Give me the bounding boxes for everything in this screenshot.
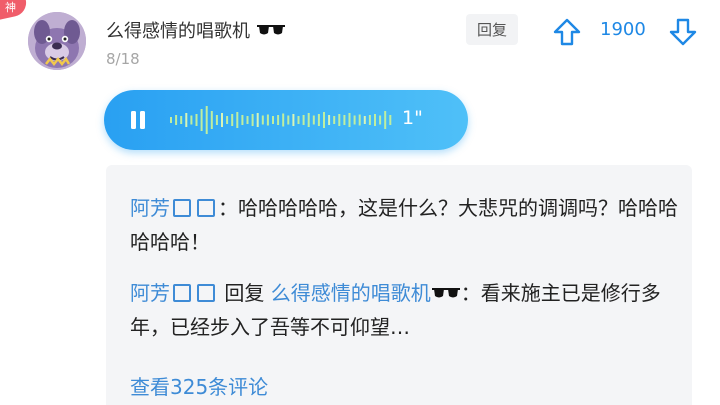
reply-item[interactable]: 阿芳 回复 么得感情的唱歌机 ：看来施主已是修行多年，已经步入了吾等不可仰望…	[130, 276, 678, 344]
reply-author[interactable]: 阿芳	[130, 196, 170, 220]
comment-username-text: 么得感情的唱歌机	[106, 21, 250, 42]
emoji-placeholder-icon	[197, 199, 215, 217]
voice-waveform	[170, 106, 392, 134]
hot-comment-badge-label: 神	[4, 1, 16, 15]
replies-panel: 阿芳 ：哈哈哈哈哈，这是什么？大悲咒的调调吗？哈哈哈哈哈哈！ 阿芳 回复 么得感情…	[106, 165, 692, 405]
hot-comment-badge: 神	[0, 0, 29, 22]
reply-author[interactable]: 阿芳	[130, 281, 170, 305]
comment-username[interactable]: 么得感情的唱歌机	[106, 17, 286, 43]
reply-button[interactable]: 回复	[466, 14, 518, 45]
emoji-placeholder-icon	[197, 284, 215, 302]
sunglasses-emoji-icon	[256, 25, 285, 35]
emoji-placeholder-icon	[173, 284, 191, 302]
emoji-placeholder-icon	[173, 199, 191, 217]
voice-duration: 1"	[402, 107, 423, 129]
avatar[interactable]	[28, 12, 86, 70]
reply-separator: ：	[460, 281, 481, 305]
view-more-comments-link[interactable]: 查看325条评论	[130, 371, 268, 400]
reply-separator: ：	[218, 196, 238, 220]
sunglasses-emoji-icon	[431, 288, 460, 298]
arrow-down-icon[interactable]	[668, 17, 698, 47]
reply-keyword: 回复	[224, 281, 265, 305]
pause-icon[interactable]	[130, 111, 146, 129]
reply-item[interactable]: 阿芳 ：哈哈哈哈哈，这是什么？大悲咒的调调吗？哈哈哈哈哈哈！	[130, 191, 678, 259]
vote-count: 1900	[600, 19, 646, 40]
comment-date: 8/18	[106, 50, 140, 68]
voice-message-player[interactable]: 1"	[104, 90, 468, 150]
arrow-up-icon[interactable]	[552, 17, 582, 47]
reply-target-user[interactable]: 么得感情的唱歌机	[271, 281, 431, 305]
cartoon-dog-icon	[28, 12, 86, 70]
